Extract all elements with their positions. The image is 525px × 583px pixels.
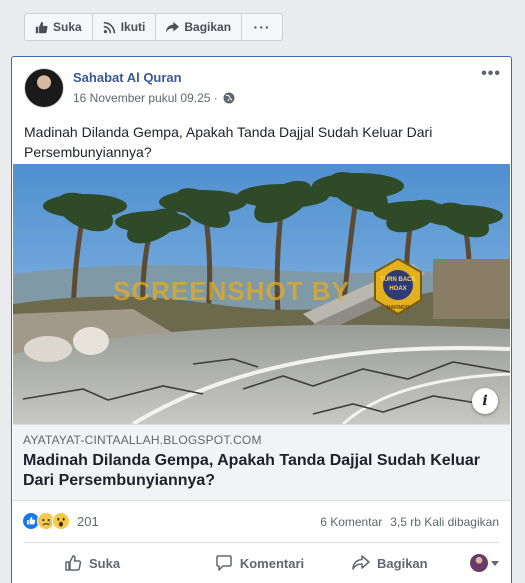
post-stats: 6 Komentar 3,5 rb Kali dibagikan: [320, 515, 499, 529]
reaction-summary[interactable]: 201: [22, 512, 99, 530]
post-card: Sahabat Al Quran 16 November pukul 09.25…: [11, 56, 512, 583]
post-timestamp[interactable]: 16 November pukul 09.25 ·: [73, 91, 218, 105]
comment-button[interactable]: Komentari: [194, 554, 324, 572]
comment-count[interactable]: 6 Komentar: [320, 515, 382, 529]
post-meta: 16 November pukul 09.25 ·: [73, 91, 235, 105]
divider: [24, 542, 499, 543]
share-button[interactable]: Bagikan: [325, 554, 455, 572]
page-like-label: Suka: [53, 20, 82, 34]
share-count[interactable]: 3,5 rb Kali dibagikan: [390, 515, 499, 529]
share-label: Bagikan: [377, 555, 428, 571]
page-like-button[interactable]: Suka: [25, 14, 93, 40]
rss-icon: [103, 21, 115, 33]
reaction-count: 201: [77, 513, 99, 529]
link-domain: AYATAYAT-CINTAALLAH.BLOGSPOT.COM: [23, 433, 262, 447]
screenshot-watermark: SCREENSHOT BY: [113, 276, 350, 306]
author-avatar[interactable]: [24, 68, 64, 108]
like-label: Suka: [89, 555, 121, 571]
thumbs-up-icon: [35, 21, 48, 33]
comment-label: Komentari: [239, 555, 305, 571]
page-share-button[interactable]: Bagikan: [156, 14, 243, 40]
chevron-down-icon: [490, 560, 499, 566]
post-as-selector[interactable]: [455, 554, 499, 572]
thumbs-up-outline-icon: [65, 555, 82, 571]
share-arrow-outline-icon: [352, 555, 370, 570]
page-more-button[interactable]: ···: [242, 14, 282, 40]
share-arrow-icon: [166, 21, 180, 32]
link-preview-caption[interactable]: AYATAYAT-CINTAALLAH.BLOGSPOT.COM Madinah…: [13, 424, 510, 501]
author-name[interactable]: Sahabat Al Quran: [73, 70, 182, 85]
like-button[interactable]: Suka: [24, 554, 194, 572]
page-follow-label: Ikuti: [120, 20, 146, 34]
wow-reaction-icon: [52, 512, 70, 530]
page-action-bar: Suka Ikuti Bagikan ···: [24, 13, 284, 41]
info-button[interactable]: i: [472, 388, 498, 414]
post-action-bar: Suka Komentari Bagikan: [24, 545, 499, 581]
user-avatar: [469, 554, 488, 572]
page-share-label: Bagikan: [184, 20, 232, 34]
badge-text-2: HOAX: [389, 286, 406, 292]
badge-sub: MAFINDO: [386, 305, 409, 311]
more-dots-icon: ···: [253, 19, 271, 35]
post-options-button[interactable]: •••: [481, 65, 501, 83]
page-follow-button[interactable]: Ikuti: [93, 14, 157, 40]
post-text: Madinah Dilanda Gempa, Apakah Tanda Dajj…: [24, 124, 433, 160]
link-title[interactable]: Madinah Dilanda Gempa, Apakah Tanda Dajj…: [23, 451, 493, 491]
badge-text: TURN BACK: [380, 277, 416, 283]
link-preview-image[interactable]: TURN BACK HOAX MAFINDO SCREENSHOT BY i: [13, 164, 510, 424]
comment-bubble-icon: [216, 555, 232, 571]
globe-icon: [223, 92, 235, 104]
